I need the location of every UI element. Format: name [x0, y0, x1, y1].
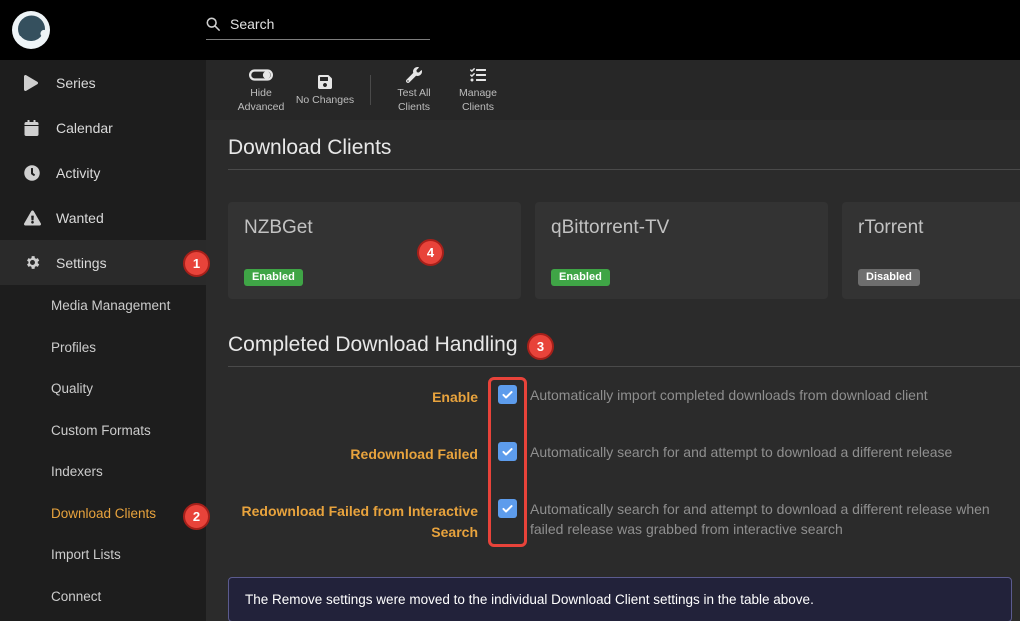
completed-download-handling-heading: Completed Download Handling	[228, 333, 1020, 367]
sidebar-item-calendar[interactable]: Calendar	[0, 105, 206, 150]
sidebar-subitem-label: Profiles	[51, 340, 96, 355]
annotation-marker-2: 2	[183, 503, 210, 530]
field-help: Automatically search for and attempt to …	[530, 442, 952, 462]
advanced-toggle-icon	[249, 65, 273, 83]
sidebar-item-settings[interactable]: Settings	[0, 240, 206, 285]
field-label: Enable	[228, 385, 478, 408]
test-all-clients-button[interactable]: Test All Clients	[383, 65, 445, 114]
sidebar-subitem-indexers[interactable]: Indexers	[0, 451, 206, 493]
toolbar-button-label: Hide Advanced	[231, 87, 291, 114]
toolbar-divider	[370, 75, 371, 105]
annotation-marker-4: 4	[417, 239, 444, 266]
sonarr-logo[interactable]	[11, 10, 51, 50]
status-badge: Enabled	[551, 269, 610, 286]
field-help: Automatically import completed downloads…	[530, 385, 928, 405]
sidebar-subitem-label: Connect	[51, 589, 101, 604]
client-name: rTorrent	[858, 217, 1020, 239]
sidebar-item-series[interactable]: Series	[0, 60, 206, 105]
sidebar-item-label: Wanted	[56, 210, 104, 226]
completed-download-handling-form: Enable Automatically import completed do…	[228, 385, 1020, 543]
field-label: Redownload Failed	[228, 442, 478, 465]
sidebar-subitem-label: Import Lists	[51, 547, 121, 562]
sidebar-subitem-import-lists[interactable]: Import Lists	[0, 534, 206, 576]
hide-advanced-button[interactable]: Hide Advanced	[230, 65, 292, 114]
sidebar-subitem-media-management[interactable]: Media Management	[0, 285, 206, 327]
annotation-marker-3: 3	[527, 333, 554, 360]
sidebar-subitem-profiles[interactable]: Profiles	[0, 327, 206, 369]
sidebar-subitem-label: Custom Formats	[51, 423, 151, 438]
form-row-redownload-failed: Redownload Failed Automatically search f…	[228, 442, 1020, 465]
download-clients-heading: Download Clients	[228, 136, 1020, 170]
sidebar-item-label: Calendar	[56, 120, 113, 136]
toolbar-button-label: Manage Clients	[448, 87, 508, 114]
wrench-icon	[406, 65, 422, 83]
warning-triangle-icon	[24, 209, 41, 226]
calendar-icon	[24, 119, 41, 136]
sidebar-item-label: Activity	[56, 165, 100, 181]
status-badge: Enabled	[244, 269, 303, 286]
annotation-marker-1: 1	[183, 250, 210, 277]
sidebar-subitem-label: Quality	[51, 381, 93, 396]
form-row-enable: Enable Automatically import completed do…	[228, 385, 1020, 408]
sidebar-subitem-custom-formats[interactable]: Custom Formats	[0, 410, 206, 452]
clock-icon	[24, 164, 41, 181]
app-window: Search Series Calendar Activity Wa	[0, 0, 1020, 621]
client-card-qbittorrent-tv[interactable]: qBittorrent-TV Enabled	[535, 202, 828, 299]
play-icon	[24, 74, 41, 91]
sidebar-subitem-label: Media Management	[51, 298, 170, 313]
client-card-nzbget[interactable]: NZBGet Enabled	[228, 202, 521, 299]
search-input[interactable]: Search	[206, 16, 430, 40]
form-row-redownload-failed-interactive: Redownload Failed from Interactive Searc…	[228, 499, 1020, 543]
sidebar-item-label: Settings	[56, 255, 107, 271]
toolbar-button-label: No Changes	[295, 94, 355, 108]
gear-icon	[24, 254, 41, 271]
toolbar-button-label: Test All Clients	[384, 87, 444, 114]
search-icon	[206, 17, 220, 31]
annotation-highlight-rect	[488, 377, 527, 547]
status-badge: Disabled	[858, 269, 920, 286]
client-card-rtorrent[interactable]: rTorrent Disabled	[842, 202, 1020, 299]
sidebar-subitem-download-clients[interactable]: Download Clients	[0, 493, 206, 535]
tasks-icon	[470, 65, 486, 83]
sonarr-logo-icon	[11, 10, 51, 50]
sidebar-item-label: Series	[56, 75, 96, 91]
download-client-cards: NZBGet Enabled qBittorrent-TV Enabled rT…	[228, 202, 1020, 299]
field-help: Automatically search for and attempt to …	[530, 499, 1008, 540]
manage-clients-button[interactable]: Manage Clients	[447, 65, 509, 114]
sidebar-item-wanted[interactable]: Wanted	[0, 195, 206, 240]
client-name: qBittorrent-TV	[551, 217, 812, 239]
save-icon	[317, 72, 333, 90]
settings-content: Download Clients NZBGet Enabled qBittorr…	[206, 136, 1020, 621]
search-placeholder: Search	[230, 16, 274, 32]
main-area: Hide Advanced No Changes Test All Client…	[206, 60, 1020, 621]
sidebar-subitem-connect[interactable]: Connect	[0, 576, 206, 618]
sidebar-subitem-label: Download Clients	[51, 506, 156, 521]
sidebar-subitem-label: Indexers	[51, 464, 103, 479]
client-name: NZBGet	[244, 217, 505, 239]
sidebar-subitem-quality[interactable]: Quality	[0, 368, 206, 410]
sidebar-item-activity[interactable]: Activity	[0, 150, 206, 195]
top-header: Search	[0, 0, 1020, 60]
no-changes-button[interactable]: No Changes	[294, 72, 356, 108]
toolbar: Hide Advanced No Changes Test All Client…	[206, 60, 1020, 120]
sidebar: Series Calendar Activity Wanted Settings	[0, 60, 206, 621]
field-label: Redownload Failed from Interactive Searc…	[228, 499, 478, 543]
info-box: The Remove settings were moved to the in…	[228, 577, 1012, 621]
